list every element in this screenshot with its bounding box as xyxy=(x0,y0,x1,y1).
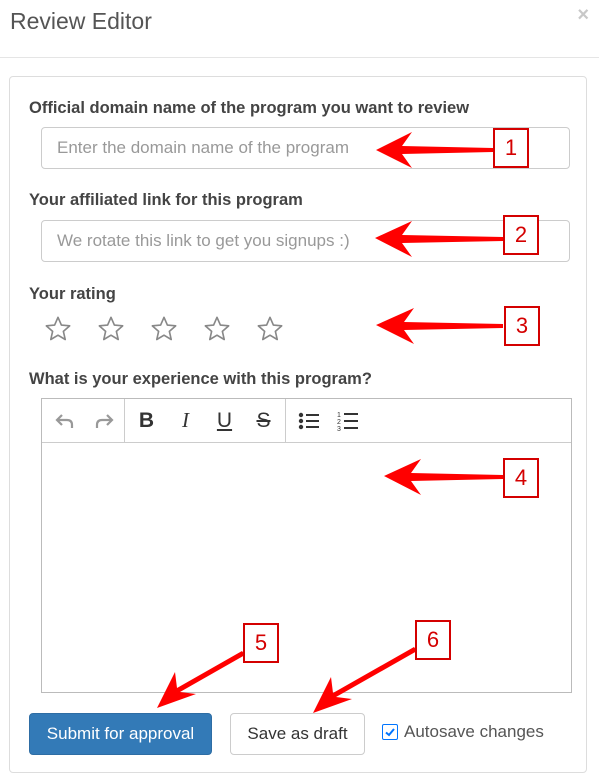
italic-button[interactable]: I xyxy=(166,403,205,439)
undo-icon[interactable] xyxy=(45,403,84,439)
toolbar-divider xyxy=(285,399,286,442)
svg-text:3: 3 xyxy=(337,426,341,432)
history-group xyxy=(45,399,123,442)
modal-title: Review Editor xyxy=(10,8,152,34)
rating-label: Your rating xyxy=(29,285,116,303)
experience-label: What is your experience with this progra… xyxy=(29,370,372,388)
underline-button[interactable]: U xyxy=(205,403,244,439)
domain-label: Official domain name of the program you … xyxy=(29,99,470,117)
redo-icon[interactable] xyxy=(84,403,123,439)
save-as-draft-button[interactable]: Save as draft xyxy=(230,713,365,755)
numbered-list-icon[interactable]: 1 2 3 xyxy=(328,403,367,439)
star-1-icon[interactable] xyxy=(44,314,97,344)
affiliate-link-input[interactable] xyxy=(41,220,570,262)
svg-text:2: 2 xyxy=(337,419,341,426)
toolbar-divider xyxy=(124,399,125,442)
list-group: 1 2 3 xyxy=(289,399,367,442)
autosave-toggle[interactable]: Autosave changes xyxy=(382,722,544,742)
submit-for-approval-button[interactable]: Submit for approval xyxy=(29,713,212,755)
annotation-badge-5: 5 xyxy=(243,623,279,663)
autosave-label: Autosave changes xyxy=(404,722,544,741)
annotation-badge-1: 1 xyxy=(493,128,529,168)
star-rating xyxy=(44,314,309,344)
annotation-badge-3: 3 xyxy=(504,306,540,346)
strikethrough-button[interactable]: S xyxy=(244,403,283,439)
affiliate-link-label: Your affiliated link for this program xyxy=(29,191,303,209)
annotation-badge-6: 6 xyxy=(415,620,451,660)
close-button[interactable]: × xyxy=(577,4,589,27)
annotation-badge-4: 4 xyxy=(503,458,539,498)
editor-toolbar: B I U S 1 2 3 xyxy=(42,399,571,443)
domain-input[interactable] xyxy=(41,127,570,169)
autosave-checkbox[interactable] xyxy=(382,724,398,740)
star-3-icon[interactable] xyxy=(150,314,203,344)
svg-text:1: 1 xyxy=(337,412,341,419)
bold-button[interactable]: B xyxy=(127,403,166,439)
rich-text-editor: B I U S 1 2 3 xyxy=(41,398,572,693)
format-group: B I U S xyxy=(127,399,283,442)
modal-header: Review Editor × xyxy=(0,0,599,58)
star-5-icon[interactable] xyxy=(256,314,309,344)
review-editor-modal: Review Editor × Official domain name of … xyxy=(0,0,599,779)
annotation-badge-2: 2 xyxy=(503,215,539,255)
bullet-list-icon[interactable] xyxy=(289,403,328,439)
editor-content-area[interactable] xyxy=(42,443,571,692)
star-4-icon[interactable] xyxy=(203,314,256,344)
star-2-icon[interactable] xyxy=(97,314,150,344)
checkmark-icon xyxy=(385,728,395,737)
